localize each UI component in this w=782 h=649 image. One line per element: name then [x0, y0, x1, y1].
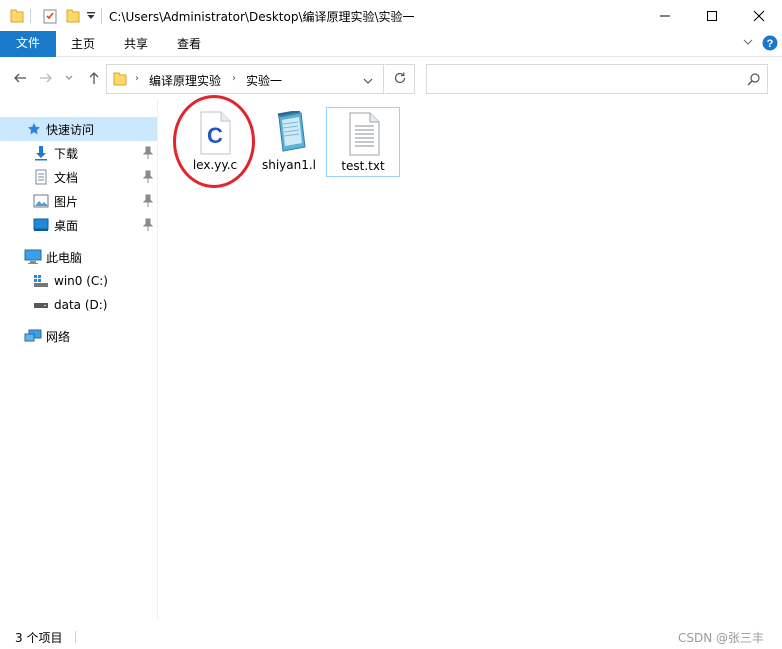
search-icon [747, 72, 761, 89]
address-bar[interactable]: › 编译原理实验 › 实验一 [106, 64, 384, 94]
nav-label: data (D:) [54, 298, 108, 312]
file-name: shiyan1.l [261, 158, 317, 172]
recent-locations-icon[interactable] [62, 68, 76, 88]
network-icon [24, 328, 42, 344]
nav-label: 快速访问 [46, 122, 95, 137]
pin-icon[interactable] [142, 170, 154, 184]
pin-icon[interactable] [142, 194, 154, 208]
search-input[interactable] [426, 64, 768, 94]
nav-label: win0 (C:) [54, 274, 108, 288]
breadcrumb-chevron-icon: › [135, 73, 139, 84]
pin-icon[interactable] [142, 146, 154, 160]
tab-home[interactable]: 主页 [59, 33, 107, 57]
watermark: CSDN @张三丰 [678, 631, 765, 645]
nav-item-drive-c[interactable]: win0 (C:) [0, 269, 157, 293]
properties-icon[interactable] [40, 6, 60, 26]
nav-label: 网络 [46, 329, 71, 344]
minimize-icon[interactable] [642, 0, 688, 31]
nav-item-this-pc[interactable]: 此电脑 [0, 245, 157, 269]
nav-item-pictures[interactable]: 图片 [0, 189, 157, 213]
nav-item-quick-access[interactable]: 快速访问 [0, 117, 157, 141]
expand-ribbon-icon[interactable] [742, 36, 754, 51]
quick-access-divider [30, 9, 31, 23]
back-icon[interactable] [10, 68, 30, 88]
ribbon: 文件 主页 共享 查看 ? [0, 31, 782, 57]
windows-drive-icon [32, 273, 50, 289]
status-divider [75, 631, 76, 643]
file-name: test.txt [341, 159, 385, 173]
title-divider [101, 8, 102, 24]
folder-icon [113, 71, 127, 90]
annotation-circle [173, 95, 255, 188]
up-icon[interactable] [84, 68, 104, 88]
pictures-icon [32, 193, 50, 209]
folder-icon [8, 6, 26, 26]
file-list: C lex.yy.c shiyan1.l test.txt [160, 99, 782, 619]
document-icon [32, 169, 50, 185]
maximize-icon[interactable] [689, 0, 735, 31]
title-bar: C:\Users\Administrator\Desktop\编译原理实验\实验… [0, 0, 782, 31]
navigation-pane: 快速访问 下载 文档 图片 桌面 此电脑 win0 (C:) data (D:)… [0, 99, 158, 619]
file-item[interactable]: shiyan1.l [252, 107, 326, 177]
download-icon [32, 145, 50, 161]
tab-share[interactable]: 共享 [112, 33, 160, 57]
text-file-icon [344, 112, 384, 156]
nav-label: 文档 [54, 170, 79, 185]
computer-icon [24, 249, 42, 265]
refresh-icon [393, 71, 407, 88]
nav-item-drive-d[interactable]: data (D:) [0, 293, 157, 317]
star-icon [25, 121, 43, 137]
breadcrumb-item[interactable]: 实验一 [246, 72, 282, 89]
nav-item-network[interactable]: 网络 [0, 324, 157, 348]
nav-label: 图片 [54, 194, 79, 209]
breadcrumb-chevron-icon: › [232, 73, 236, 84]
notepad-file-icon [269, 109, 309, 155]
refresh-button[interactable] [385, 64, 415, 94]
desktop-icon [32, 217, 50, 233]
address-dropdown-icon[interactable] [363, 75, 373, 89]
item-count: 3 个项目 [15, 631, 63, 645]
svg-text:?: ? [767, 38, 774, 50]
nav-item-desktop[interactable]: 桌面 [0, 213, 157, 237]
forward-icon[interactable] [36, 68, 56, 88]
status-bar: 3 个项目 CSDN @张三丰 [0, 625, 782, 649]
nav-item-documents[interactable]: 文档 [0, 165, 157, 189]
tab-view[interactable]: 查看 [165, 33, 213, 57]
new-folder-icon[interactable] [64, 6, 82, 26]
nav-label: 下载 [54, 146, 79, 161]
nav-label: 此电脑 [46, 250, 83, 265]
customize-quick-access-icon[interactable] [84, 6, 98, 26]
breadcrumb-item[interactable]: 编译原理实验 [149, 72, 221, 89]
close-icon[interactable] [736, 0, 782, 31]
file-item-selected[interactable]: test.txt [326, 107, 400, 177]
help-icon[interactable]: ? [762, 35, 778, 54]
window-title: C:\Users\Administrator\Desktop\编译原理实验\实验… [109, 10, 415, 24]
nav-item-downloads[interactable]: 下载 [0, 141, 157, 165]
pin-icon[interactable] [142, 218, 154, 232]
tab-file[interactable]: 文件 [0, 31, 56, 57]
drive-icon [32, 297, 50, 313]
nav-label: 桌面 [54, 218, 79, 233]
